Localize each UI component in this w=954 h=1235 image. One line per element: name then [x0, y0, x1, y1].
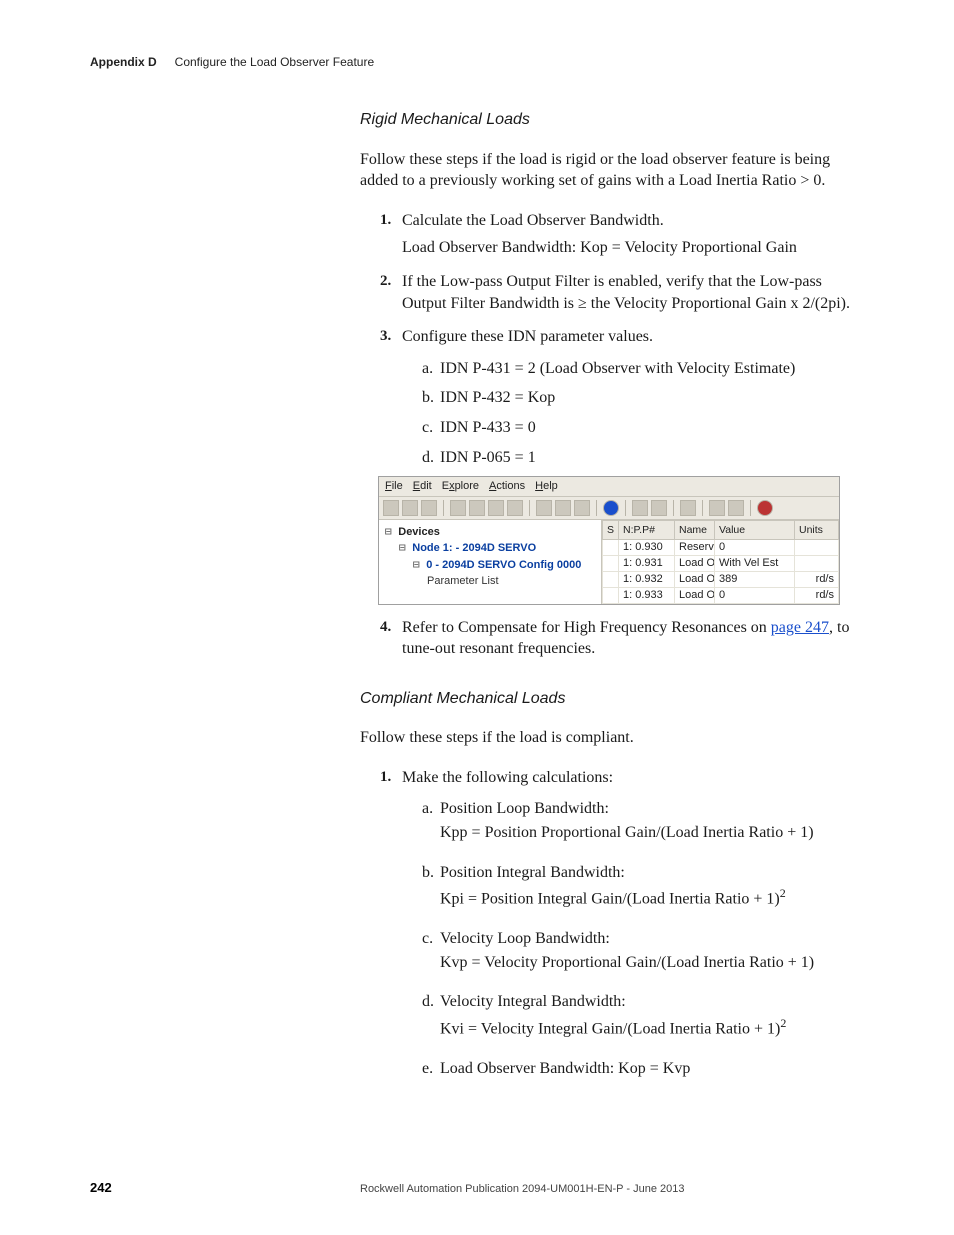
rigid-step-3: 3. Configure these IDN parameter values.… [384, 326, 864, 604]
open-icon[interactable] [402, 500, 418, 516]
idn-item-d: d.IDN P-065 = 1 [422, 447, 864, 469]
idn-item-c: c.IDN P-433 = 0 [422, 417, 864, 439]
more-icon[interactable] [680, 500, 696, 516]
calc-item-b: b. Position Integral Bandwidth: Kpi = Po… [422, 862, 864, 911]
print-icon[interactable] [507, 500, 523, 516]
paste-icon[interactable] [488, 500, 504, 516]
running-header: Appendix D Configure the Load Observer F… [90, 55, 864, 69]
step-sub: Load Observer Bandwidth: Kop = Velocity … [402, 237, 864, 259]
table-icon[interactable] [574, 500, 590, 516]
rigid-step-1: 1. Calculate the Load Observer Bandwidth… [384, 210, 864, 259]
table-header-row: S N:P.P# Name Value Units [603, 520, 839, 539]
step-number: 3. [380, 326, 391, 346]
menu-help[interactable]: Help [535, 479, 558, 494]
table-row[interactable]: 1: 0.931Load Obs ConfigWith Vel Est [603, 555, 839, 571]
stop-icon[interactable] [757, 500, 773, 516]
step-text: If the Low-pass Output Filter is enabled… [402, 273, 850, 312]
device-b-icon[interactable] [651, 500, 667, 516]
wand-icon[interactable] [709, 500, 725, 516]
table-row[interactable]: 1: 0.932Load Obs Bw389rd/s [603, 571, 839, 587]
rigid-step-4: 4. Refer to Compensate for High Frequenc… [384, 617, 864, 660]
col-s[interactable]: S [603, 520, 619, 539]
section-rigid-title: Rigid Mechanical Loads [360, 109, 864, 131]
menu-bar: File Edit Explore Actions Help [379, 477, 839, 497]
step-number: 2. [380, 271, 391, 291]
tree-node-2[interactable]: 0 - 2094D SERVO Config 0000 [413, 557, 595, 574]
page-number: 242 [90, 1180, 360, 1195]
compliant-steps: 1. Make the following calculations: a. P… [360, 767, 864, 1080]
page-footer: 242 Rockwell Automation Publication 2094… [90, 1180, 864, 1195]
calc-item-e: e. Load Observer Bandwidth: Kop = Kvp [422, 1058, 864, 1080]
calc-sublist: a. Position Loop Bandwidth: Kpp = Positi… [402, 798, 864, 1079]
idn-sublist: a.IDN P-431 = 2 (Load Observer with Velo… [402, 358, 864, 468]
step-text-pre: Refer to Compensate for High Frequency R… [402, 619, 771, 636]
header-appendix: Appendix D [90, 55, 157, 69]
step-text: Calculate the Load Observer Bandwidth. [402, 212, 664, 229]
tree-root[interactable]: Devices [385, 524, 595, 541]
info-icon[interactable] [603, 500, 619, 516]
section-rigid-intro: Follow these steps if the load is rigid … [360, 149, 864, 192]
new-icon[interactable] [383, 500, 399, 516]
menu-edit[interactable]: Edit [413, 479, 432, 494]
save-icon[interactable] [421, 500, 437, 516]
copy-icon[interactable] [469, 500, 485, 516]
parameter-table: S N:P.P# Name Value Units 1: 0.930Reserv… [602, 520, 839, 604]
menu-explore[interactable]: Explore [442, 479, 479, 494]
idn-software-screenshot: File Edit Explore Actions Help [378, 476, 840, 604]
publication-info: Rockwell Automation Publication 2094-UM0… [360, 1183, 864, 1195]
step-number: 1. [380, 210, 391, 230]
toolbar [379, 497, 839, 520]
rigid-step-2: 2. If the Low-pass Output Filter is enab… [384, 271, 864, 314]
calc-item-c: c. Velocity Loop Bandwidth: Kvp = Veloci… [422, 928, 864, 973]
col-value[interactable]: Value [715, 520, 795, 539]
step-text: Configure these IDN parameter values. [402, 328, 653, 345]
calc-item-a: a. Position Loop Bandwidth: Kpp = Positi… [422, 798, 864, 843]
tree-leaf-parameter-list[interactable]: Parameter List [427, 573, 595, 590]
table-row[interactable]: 1: 0.930Reserved0 [603, 540, 839, 556]
col-npp[interactable]: N:P.P# [619, 520, 675, 539]
compliant-step-1: 1. Make the following calculations: a. P… [384, 767, 864, 1080]
step-text: Make the following calculations: [402, 769, 613, 786]
cut-icon[interactable] [450, 500, 466, 516]
wizard-icon[interactable] [536, 500, 552, 516]
menu-file[interactable]: File [385, 479, 403, 494]
header-chapter: Configure the Load Observer Feature [175, 55, 374, 69]
step-number: 1. [380, 767, 391, 787]
section-compliant-title: Compliant Mechanical Loads [360, 688, 864, 710]
rigid-steps: 1. Calculate the Load Observer Bandwidth… [360, 210, 864, 660]
col-units[interactable]: Units [795, 520, 839, 539]
menu-actions[interactable]: Actions [489, 479, 525, 494]
device-a-icon[interactable] [632, 500, 648, 516]
step-number: 4. [380, 617, 391, 637]
page: Appendix D Configure the Load Observer F… [0, 0, 954, 1235]
tree-node-1[interactable]: Node 1: - 2094D SERVO [399, 540, 595, 557]
calc-item-d: d. Velocity Integral Bandwidth: Kvi = Ve… [422, 991, 864, 1040]
idn-item-b: b.IDN P-432 = Kop [422, 387, 864, 409]
shot-body: Devices Node 1: - 2094D SERVO 0 - 2094D … [379, 520, 839, 604]
dropdown-icon[interactable] [555, 500, 571, 516]
main-content: Rigid Mechanical Loads Follow these step… [360, 109, 864, 1079]
idn-item-a: a.IDN P-431 = 2 (Load Observer with Velo… [422, 358, 864, 380]
page-247-link[interactable]: page 247 [771, 619, 829, 636]
col-name[interactable]: Name [675, 520, 715, 539]
table-row[interactable]: 1: 0.933Load Obs Int Bw0rd/s [603, 587, 839, 603]
device-tree[interactable]: Devices Node 1: - 2094D SERVO 0 - 2094D … [379, 520, 602, 604]
section-compliant-intro: Follow these steps if the load is compli… [360, 727, 864, 749]
add-icon[interactable] [728, 500, 744, 516]
